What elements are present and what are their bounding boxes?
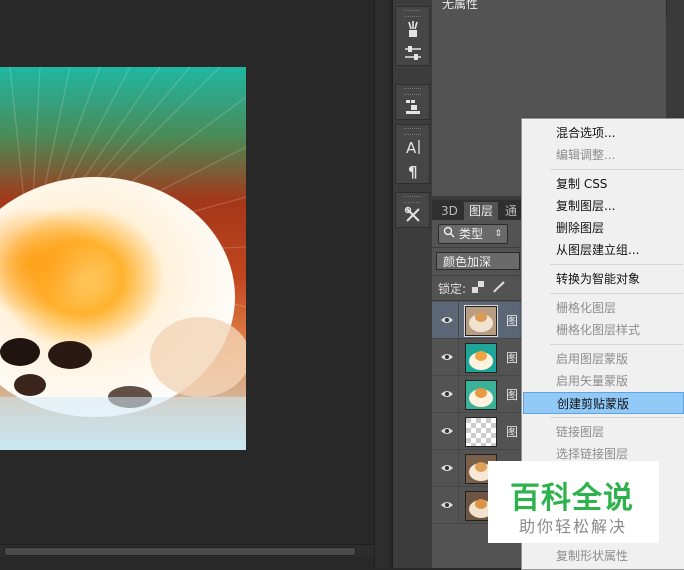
layer-row[interactable]: 图 [432,302,522,339]
scrollbar-thumb[interactable] [4,547,356,556]
lock-transparent-pixels-icon[interactable] [472,281,485,296]
clone-source-icon[interactable] [396,95,429,119]
eye-icon[interactable] [440,424,454,438]
blend-mode-select[interactable]: 颜色加深 [436,252,520,270]
menu-separator [550,344,683,345]
menu-item-copy-shape-attributes: 复制形状属性 [556,549,629,563]
tool-group-2 [395,84,430,120]
tool-group-4 [395,192,430,228]
brush-presets-icon[interactable] [396,17,429,41]
layer-name: 图 [506,388,519,402]
menu-separator [550,264,683,265]
layer-thumbnail [464,305,498,337]
paragraph-icon[interactable]: ¶ [396,159,429,183]
menu-item-enable-layer-mask: 启用图层蒙版 [556,352,629,366]
panel-grip[interactable] [404,196,421,203]
svg-text:¶: ¶ [408,163,418,180]
character-icon[interactable]: A [396,135,429,159]
menu-item-create-clipping-mask[interactable]: 创建剪贴蒙版 [523,392,684,414]
menu-item-link-layers: 链接图层 [556,425,605,439]
menu-item-delete-layer[interactable]: 删除图层 [523,217,684,239]
document-image[interactable] [0,67,246,450]
visibility-cell[interactable] [432,302,459,338]
tab-layers[interactable]: 图层 [464,202,499,220]
menu-separator [550,293,683,294]
menu-item-edit-adjustment: 编辑调整... [556,148,616,162]
svg-text:A: A [406,139,417,156]
search-icon [443,225,455,244]
visibility-cell[interactable] [432,487,459,523]
menu-item-duplicate-layer[interactable]: 复制图层... [523,195,684,217]
menu-item-copy-css[interactable]: 复制 CSS [523,173,684,195]
visibility-cell[interactable] [432,450,459,486]
tab-3d[interactable]: 3D [436,202,463,220]
menu-separator [550,169,683,170]
layer-filter-select[interactable]: 类型 ⇕ [438,224,508,244]
tab-channels[interactable]: 通 [500,202,522,220]
tool-group-1 [395,6,430,66]
adjust-sliders-icon[interactable] [396,41,429,65]
layer-row[interactable]: 图 [432,376,522,413]
layer-name: 图 [506,425,519,439]
layer-thumbnail-transparent [465,417,497,447]
canvas-area[interactable] [0,0,374,568]
lock-image-pixels-brush-icon[interactable] [492,280,506,297]
tools-icon[interactable] [396,203,429,227]
visibility-cell[interactable] [432,376,459,412]
eye-icon[interactable] [440,387,454,401]
menu-separator [550,417,683,418]
layer-name: 图 [506,314,519,328]
eye-icon[interactable] [440,313,454,327]
menu-item-enable-vector-mask: 启用矢量蒙版 [556,374,629,388]
watermark-subtitle: 助你轻松解决 [519,517,628,536]
visibility-cell[interactable] [432,413,459,449]
menu-item-convert-to-smart-object[interactable]: 转换为智能对象 [523,268,684,290]
watermark-title: 百科全说 [510,481,634,516]
menu-item-rasterize-layer: 栅格化图层 [556,301,617,315]
layer-name: 图 [506,351,519,365]
lock-row: 锁定: [438,280,506,297]
layer-thumbnail [465,343,497,373]
layer-thumbnail [465,380,497,410]
layer-row[interactable]: 图 [432,413,522,450]
panel-grip[interactable] [404,128,421,135]
canvas-vertical-scrollbar[interactable] [374,0,389,568]
menu-item-rasterize-layer-style: 栅格化图层样式 [556,323,641,337]
menu-item-blending-options[interactable]: 混合选项... [523,122,684,144]
tool-group-3: A ¶ [395,124,430,184]
visibility-cell[interactable] [432,339,459,375]
canvas-horizontal-scrollbar[interactable] [0,544,374,557]
layer-row[interactable]: 图 [432,339,522,376]
eye-icon[interactable] [440,350,454,364]
panel-grip[interactable] [404,10,421,17]
layer-filter-label: 类型 [459,227,484,241]
watermark-logo: 百科全说 助你轻松解决 [488,461,659,543]
eye-icon[interactable] [440,498,454,512]
menu-item-group-from-layers[interactable]: 从图层建立组... [523,239,684,261]
panel-icon-strip: A ¶ [392,0,432,568]
eye-icon[interactable] [440,461,454,475]
updown-arrows-icon: ⇕ [494,229,502,239]
panel-grip[interactable] [404,88,421,95]
zoom-blur-dog-photo [0,67,246,450]
lock-label: 锁定: [438,282,467,296]
properties-empty-label: 无属性 [442,0,479,11]
